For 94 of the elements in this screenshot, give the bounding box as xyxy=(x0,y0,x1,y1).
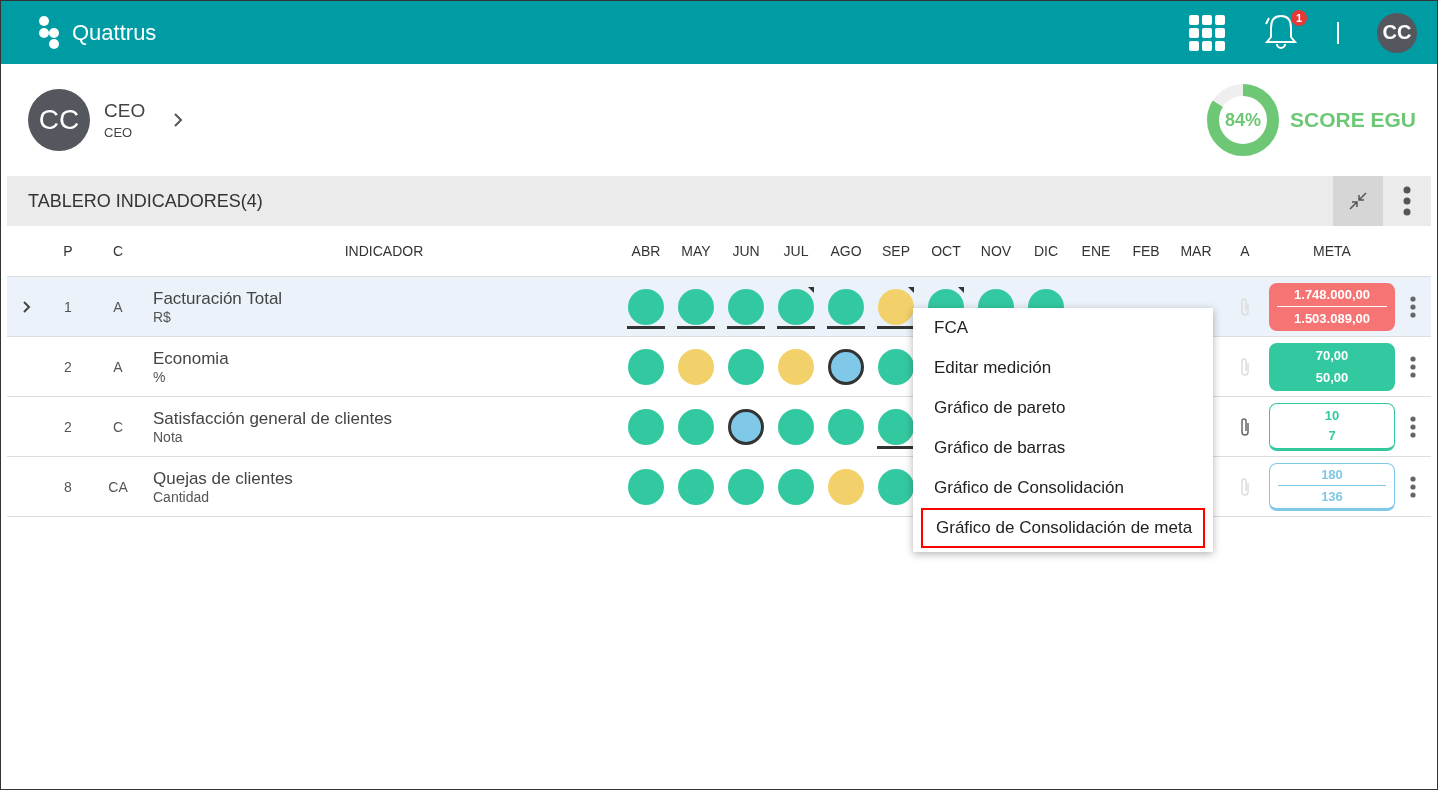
status-dot[interactable] xyxy=(728,408,764,445)
category-cell-text: A xyxy=(112,357,124,377)
status-dot[interactable] xyxy=(728,468,764,505)
priority-cell-text: 2 xyxy=(63,357,73,377)
month-header: ABR xyxy=(630,243,662,259)
month-header: MAR xyxy=(1179,243,1213,259)
status-dot[interactable] xyxy=(678,348,714,385)
score-value: 84% xyxy=(1224,109,1261,131)
month-header: SEP xyxy=(881,243,911,259)
priority-cell-text: 8 xyxy=(63,477,73,497)
profile-role: CEO xyxy=(104,125,134,140)
actual-value: 1.503.089,00 xyxy=(1294,311,1370,327)
month-header: AGO xyxy=(829,243,863,259)
more-vertical-icon[interactable] xyxy=(1410,415,1416,438)
menu-item[interactable]: FCA xyxy=(921,308,1205,348)
indicator-name[interactable]: Quejas de clientes xyxy=(153,468,293,489)
profile-avatar: CC xyxy=(28,89,90,151)
month-header: JUL xyxy=(782,243,810,259)
paperclip-icon[interactable] xyxy=(1239,356,1251,377)
menu-item[interactable]: Gráfico de barras xyxy=(921,428,1205,468)
profile-name: CEO xyxy=(104,100,146,122)
status-dot[interactable] xyxy=(728,288,764,325)
month-header: ENE xyxy=(1080,243,1112,259)
status-dot[interactable] xyxy=(878,348,914,385)
status-dot[interactable] xyxy=(828,408,864,445)
status-dot[interactable] xyxy=(828,348,864,385)
column-header: META xyxy=(1312,243,1352,259)
status-dot[interactable] xyxy=(628,348,664,385)
section-title: TABLERO INDICADORES(4) xyxy=(28,190,263,212)
target-value: 180 xyxy=(1321,467,1343,482)
indicator-unit: % xyxy=(153,368,166,385)
target-value: 1.748.000,00 xyxy=(1294,286,1370,302)
status-dot[interactable] xyxy=(778,288,814,325)
status-dot[interactable] xyxy=(628,288,664,325)
paperclip-icon[interactable] xyxy=(1239,476,1251,497)
target-value: 10 xyxy=(1324,408,1340,423)
indicator-name[interactable]: Economia xyxy=(153,348,229,369)
menu-item[interactable]: Gráfico de Consolidación de meta xyxy=(921,508,1205,548)
priority-cell-text: 1 xyxy=(63,297,73,317)
month-header: MAY xyxy=(680,243,712,259)
column-header: INDICADOR xyxy=(343,243,425,259)
indicator-unit: Nota xyxy=(153,428,183,445)
indicator-unit: R$ xyxy=(153,308,171,325)
status-dot[interactable] xyxy=(828,468,864,505)
menu-item[interactable]: Gráfico de pareto xyxy=(921,388,1205,428)
category-cell-text: CA xyxy=(107,477,129,497)
month-header: NOV xyxy=(979,243,1013,259)
more-vertical-icon[interactable] xyxy=(1410,475,1416,498)
collapse-button[interactable] xyxy=(1333,176,1383,226)
actual-value: 136 xyxy=(1321,489,1343,504)
status-dot[interactable] xyxy=(778,468,814,505)
status-dot[interactable] xyxy=(628,468,664,505)
status-dot[interactable] xyxy=(678,468,714,505)
app-logo-text: Quattrus xyxy=(72,19,157,46)
category-cell-text: C xyxy=(111,417,125,437)
status-dot[interactable] xyxy=(828,288,864,325)
status-dot[interactable] xyxy=(878,468,914,505)
menu-item[interactable]: Editar medición xyxy=(921,348,1205,388)
status-dot[interactable] xyxy=(678,408,714,445)
paperclip-icon[interactable] xyxy=(1239,296,1251,317)
paperclip-icon[interactable] xyxy=(1239,416,1251,437)
column-header: A xyxy=(1239,243,1251,259)
indicator-name[interactable]: Satisfacción general de clientes xyxy=(153,408,393,429)
month-header: FEB xyxy=(1131,243,1161,259)
menu-item[interactable]: Gráfico de Consolidación xyxy=(921,468,1205,508)
column-header: P xyxy=(62,243,74,259)
chevron-right-icon[interactable] xyxy=(173,112,184,128)
priority-cell-text: 2 xyxy=(63,417,73,437)
user-avatar[interactable]: CC xyxy=(1377,12,1417,53)
indicator-unit: Cantidad xyxy=(153,488,210,505)
category-cell-text: A xyxy=(112,297,124,317)
status-dot[interactable] xyxy=(778,348,814,385)
status-dot[interactable] xyxy=(678,288,714,325)
more-vertical-icon[interactable] xyxy=(1410,295,1416,318)
status-dot[interactable] xyxy=(878,408,914,445)
target-value: 70,00 xyxy=(1315,348,1349,363)
status-dot[interactable] xyxy=(878,288,914,325)
indicator-name[interactable]: Facturación Total xyxy=(153,288,283,309)
chevron-right-icon[interactable] xyxy=(23,300,31,313)
status-dot[interactable] xyxy=(628,408,664,445)
month-header: JUN xyxy=(731,243,761,259)
actual-value: 50,00 xyxy=(1315,370,1349,385)
status-dot[interactable] xyxy=(778,408,814,445)
more-vertical-icon[interactable] xyxy=(1410,355,1416,378)
month-header: OCT xyxy=(930,243,962,259)
month-header: DIC xyxy=(1032,243,1060,259)
status-dot[interactable] xyxy=(728,348,764,385)
more-vertical-icon[interactable] xyxy=(1403,186,1411,216)
score-label: SCORE EGU xyxy=(1289,108,1416,132)
column-header: C xyxy=(111,243,125,259)
apps-grid-icon[interactable] xyxy=(1189,14,1225,51)
collapse-icon xyxy=(1347,190,1369,212)
notification-badge: 1 xyxy=(1291,9,1307,26)
actual-value: 7 xyxy=(1328,428,1336,443)
